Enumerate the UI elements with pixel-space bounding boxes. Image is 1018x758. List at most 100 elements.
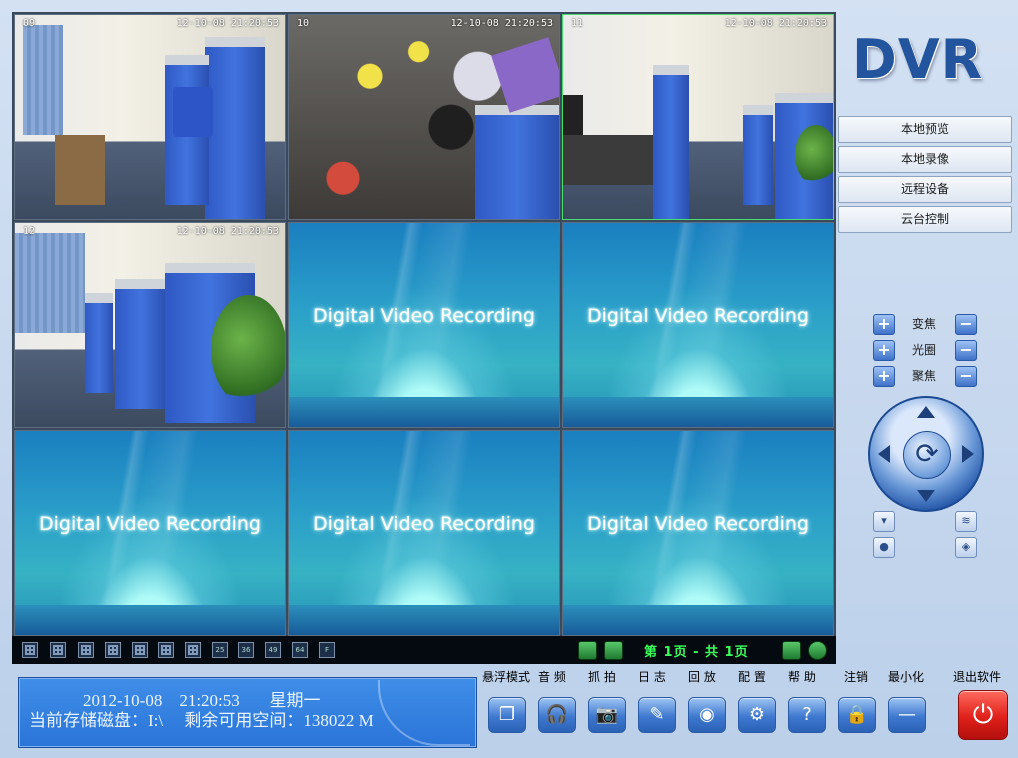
placeholder-caption: Digital Video Recording	[313, 513, 535, 535]
camera-feed	[491, 37, 559, 113]
placeholder-graphic	[289, 605, 559, 635]
camera-feed	[653, 65, 689, 219]
wiper-icon[interactable]: ≋	[955, 511, 977, 532]
channel-label: 09	[23, 18, 36, 29]
playback-label: 回 放	[688, 670, 716, 684]
playback-button[interactable]: ◉	[688, 697, 726, 733]
focus-far-button[interactable]: −	[955, 366, 977, 387]
layout-4-button[interactable]	[50, 642, 66, 658]
layout-1-button[interactable]	[22, 642, 38, 658]
camera-feed	[475, 105, 559, 219]
pan-down-button[interactable]	[917, 490, 935, 502]
refresh-page-button[interactable]	[808, 641, 827, 660]
camera-feed	[563, 135, 663, 185]
placeholder-caption: Digital Video Recording	[587, 513, 809, 535]
light-icon[interactable]: ▾	[873, 511, 895, 532]
layout-49-button[interactable]: 49	[265, 642, 281, 658]
float-mode-label: 悬浮模式	[482, 670, 531, 684]
layout-6-button[interactable]	[78, 642, 94, 658]
placeholder-caption: Digital Video Recording	[313, 305, 535, 327]
fullscreen-button[interactable]: F	[319, 642, 335, 658]
placeholder-graphic	[563, 397, 833, 427]
nav-ptz-control[interactable]: 云台控制	[838, 206, 1012, 233]
layout-36-button[interactable]: 36	[238, 642, 254, 658]
empty-video-tile[interactable]: Digital Video Recording	[288, 222, 560, 428]
pencil-icon: ✎	[649, 704, 665, 725]
camera-feed	[205, 37, 265, 219]
nav-local-recording[interactable]: 本地录像	[838, 146, 1012, 173]
layout-13-button[interactable]	[158, 642, 174, 658]
timestamp: 12-10-08 21:20:53	[450, 18, 553, 29]
auto-rotate-icon[interactable]: ⟳	[903, 431, 951, 479]
film-reel-icon: ◉	[699, 704, 715, 725]
layout-16-button[interactable]	[185, 642, 201, 658]
app-logo: DVR	[852, 28, 984, 91]
minimize-button[interactable]: —	[888, 697, 926, 733]
grid-icon	[53, 645, 63, 655]
nav-local-preview[interactable]: 本地预览	[838, 116, 1012, 143]
channel-label: 12	[23, 226, 36, 237]
prev-page-button[interactable]	[604, 641, 623, 660]
layout-8-button[interactable]	[105, 642, 121, 658]
placeholder-caption: Digital Video Recording	[587, 305, 809, 327]
nav-remote-device[interactable]: 远程设备	[838, 176, 1012, 203]
audio-button[interactable]: 🎧	[538, 697, 576, 733]
camera-feed	[23, 25, 63, 135]
placeholder-caption: Digital Video Recording	[39, 513, 261, 535]
exit-button[interactable]: ⏻	[958, 690, 1008, 740]
layout-label: 49	[268, 646, 278, 654]
grid-icon	[188, 645, 198, 655]
layout-64-button[interactable]: 64	[292, 642, 308, 658]
empty-video-tile[interactable]: Digital Video Recording	[14, 430, 286, 636]
first-page-button[interactable]	[578, 641, 597, 660]
grid-icon	[161, 645, 171, 655]
camera-icon: 📷	[595, 704, 619, 725]
iris-close-button[interactable]: −	[955, 340, 977, 361]
camera-feed	[55, 135, 105, 205]
empty-video-tile[interactable]: Digital Video Recording	[562, 430, 834, 636]
heater-icon[interactable]: ●	[873, 537, 895, 558]
log-button[interactable]: ✎	[638, 697, 676, 733]
logout-button[interactable]: 🔒	[838, 697, 876, 733]
timestamp: 12-10-08 21:20:53	[724, 18, 827, 29]
float-mode-button[interactable]: ❐	[488, 697, 526, 733]
camera-feed	[173, 87, 213, 137]
grid-icon	[108, 645, 118, 655]
grid-icon	[81, 645, 91, 655]
pan-up-button[interactable]	[917, 406, 935, 418]
next-page-button[interactable]	[782, 641, 801, 660]
logout-label: 注销	[844, 670, 869, 684]
minimize-label: 最小化	[888, 670, 925, 684]
layout-25-button[interactable]: 25	[212, 642, 228, 658]
camera-feed	[743, 105, 773, 205]
app-window: 09 12-10-08 21:20:53 10 12-10-08 21:20:5…	[0, 0, 1018, 758]
aux-device-icon[interactable]: ◈	[955, 537, 977, 558]
video-tile-11[interactable]: 11 12-10-08 21:20:53	[562, 14, 834, 220]
timestamp: 12-10-08 21:20:53	[176, 18, 279, 29]
snapshot-label: 抓 拍	[588, 670, 616, 684]
camera-feed	[15, 233, 85, 333]
iris-open-button[interactable]: +	[873, 340, 895, 361]
grid-icon	[25, 645, 35, 655]
layout-label: 25	[215, 646, 225, 654]
help-button[interactable]: ?	[788, 697, 826, 733]
placeholder-graphic	[15, 605, 285, 635]
video-grid: 09 12-10-08 21:20:53 10 12-10-08 21:20:5…	[12, 12, 836, 636]
layout-label: F	[324, 646, 330, 654]
focus-near-button[interactable]: +	[873, 366, 895, 387]
video-tile-09[interactable]: 09 12-10-08 21:20:53	[14, 14, 286, 220]
zoom-out-button[interactable]: −	[955, 314, 977, 335]
pan-right-button[interactable]	[962, 445, 974, 463]
snapshot-button[interactable]: 📷	[588, 697, 626, 733]
video-tile-12[interactable]: 12 12-10-08 21:20:53	[14, 222, 286, 428]
empty-video-tile[interactable]: Digital Video Recording	[288, 430, 560, 636]
zoom-in-button[interactable]: +	[873, 314, 895, 335]
timestamp: 12-10-08 21:20:53	[176, 226, 279, 237]
layout-label: 36	[241, 646, 251, 654]
pan-left-button[interactable]	[878, 445, 890, 463]
camera-feed	[85, 293, 113, 393]
empty-video-tile[interactable]: Digital Video Recording	[562, 222, 834, 428]
video-tile-10[interactable]: 10 12-10-08 21:20:53	[288, 14, 560, 220]
config-button[interactable]: ⚙	[738, 697, 776, 733]
layout-9-button[interactable]	[132, 642, 148, 658]
